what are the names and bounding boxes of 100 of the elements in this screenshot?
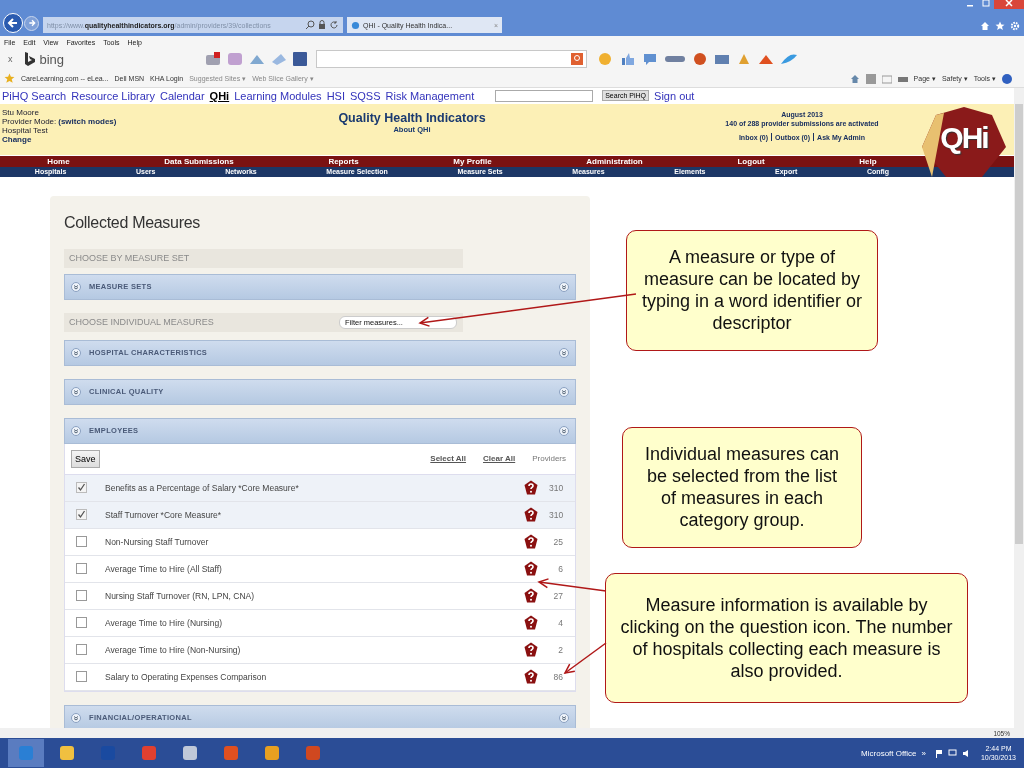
- checkbox[interactable]: [76, 536, 87, 548]
- star-icon[interactable]: [995, 21, 1005, 31]
- nav-item[interactable]: Administration: [586, 156, 643, 166]
- nav-item[interactable]: Logout: [737, 156, 765, 166]
- checkbox[interactable]: [76, 644, 87, 656]
- change-link[interactable]: Change: [2, 134, 342, 144]
- site-link[interactable]: PiHQ Search: [2, 90, 67, 102]
- expand-icon: [559, 386, 569, 397]
- measure-row[interactable]: Nursing Staff Turnover (RN, LPN, CNA) 27: [65, 582, 575, 610]
- site-link[interactable]: Calendar: [159, 90, 205, 102]
- globe-icon: [351, 20, 360, 30]
- search-icon[interactable]: [571, 53, 584, 65]
- measure-row[interactable]: Non-Nursing Staff Turnover 25: [65, 528, 575, 556]
- measure-row[interactable]: Average Time to Hire (All Staff) 6: [65, 555, 575, 583]
- site-link[interactable]: Resource Library: [71, 90, 155, 102]
- measure-row[interactable]: Salary to Operating Expenses Comparison 86: [65, 663, 575, 691]
- refresh-icon[interactable]: [329, 20, 339, 30]
- toolbar-search-field[interactable]: [316, 50, 588, 68]
- chat-icon[interactable]: [642, 52, 659, 66]
- flag-icon[interactable]: [934, 748, 943, 758]
- save-button[interactable]: Save: [71, 449, 100, 468]
- checkbox[interactable]: [76, 671, 87, 683]
- measure-row[interactable]: Average Time to Hire (Non-Nursing) 2: [65, 636, 575, 664]
- measure-name: Staff Turnover *Core Measure*: [105, 509, 222, 520]
- user-name: Stu Moore: [2, 107, 40, 117]
- close-button[interactable]: [994, 0, 1024, 9]
- checkbox[interactable]: [76, 617, 87, 629]
- switch-modes-link[interactable]: (switch modes): [58, 116, 117, 126]
- select-all-link[interactable]: Select All: [430, 454, 467, 464]
- callout-arrow: [563, 642, 607, 674]
- forward-button[interactable]: [24, 15, 39, 31]
- measure-name: Benefits as a Percentage of Salary *Core Measure*: [105, 482, 299, 493]
- expand-icon: [559, 281, 569, 292]
- expand-icon: [71, 386, 81, 397]
- expand-icon: [559, 425, 569, 436]
- site-link[interactable]: HSI: [326, 90, 345, 102]
- checkbox[interactable]: [76, 509, 87, 521]
- provider-count: 4: [557, 617, 563, 628]
- back-button[interactable]: [3, 13, 23, 33]
- nav-item[interactable]: Reports: [328, 156, 359, 166]
- home-icon[interactable]: [849, 73, 860, 84]
- settings-icon[interactable]: [1010, 21, 1020, 31]
- nav-item[interactable]: Help: [859, 156, 877, 166]
- expand-icon: [71, 281, 81, 292]
- tray-label[interactable]: Microsoft Office: [861, 748, 917, 758]
- provider-count: 86: [552, 671, 563, 682]
- measure-name: Average Time to Hire (All Staff): [105, 563, 222, 574]
- section-heading: CHOOSE BY MEASURE SET: [64, 248, 463, 268]
- site-link[interactable]: Learning Modules: [234, 90, 322, 102]
- network-icon[interactable]: [947, 748, 957, 758]
- home-icon[interactable]: [980, 21, 990, 31]
- nav-item[interactable]: My Profile: [453, 156, 492, 166]
- measure-name: Salary to Operating Expenses Comparison: [105, 671, 267, 682]
- site-link[interactable]: QHi: [209, 90, 230, 102]
- hospital-name: Hospital Test: [2, 125, 49, 135]
- nav-item[interactable]: Data Submissions: [164, 156, 234, 166]
- speaker-icon[interactable]: [961, 748, 970, 758]
- provider-count: 310: [549, 509, 563, 520]
- mail-icon[interactable]: [881, 73, 892, 84]
- measure-row[interactable]: Average Time to Hire (Nursing) 4: [65, 609, 575, 637]
- close-icon: [1005, 0, 1013, 7]
- measure-name: Average Time to Hire (Non-Nursing): [105, 644, 241, 655]
- scrollbar[interactable]: [1014, 88, 1024, 728]
- app-icon[interactable]: [205, 52, 222, 66]
- measure-row[interactable]: Benefits as a Percentage of Salary *Core Measure* 310: [65, 474, 575, 502]
- thumbs-up-icon[interactable]: [620, 52, 637, 66]
- checkbox[interactable]: [76, 590, 87, 602]
- bing-logo-icon: [23, 51, 35, 67]
- mode-label: Provider Mode:: [2, 116, 57, 126]
- expand-icon: [559, 347, 569, 358]
- measure-name: Average Time to Hire (Nursing): [105, 617, 222, 628]
- site-link[interactable]: Risk Management: [385, 90, 475, 102]
- provider-count: 2: [557, 644, 563, 655]
- callout: A measure or type of measure can be located by typing in a word identifier or descriptor: [626, 229, 878, 351]
- clear-all-link[interactable]: Clear All: [483, 454, 516, 464]
- tray-overflow[interactable]: »: [921, 748, 926, 758]
- callout: Measure information is available by clicking on the question icon. The number of hospitals collecting each measure is also provided.: [605, 572, 968, 703]
- toolbar-close-button[interactable]: x: [8, 54, 13, 64]
- provider-count: 6: [557, 563, 563, 574]
- favorites-star-icon[interactable]: [4, 73, 15, 84]
- toolbar-brand: bing: [39, 51, 65, 67]
- provider-count: 310: [549, 482, 563, 493]
- scrollbar-thumb[interactable]: [1015, 104, 1023, 544]
- back-arrow-icon: [7, 17, 19, 29]
- checkbox[interactable]: [76, 563, 87, 575]
- app-icon[interactable]: [692, 52, 709, 66]
- column-header: Providers: [532, 454, 566, 464]
- site-search-field[interactable]: [495, 90, 594, 102]
- nav-item[interactable]: Home: [47, 156, 70, 166]
- sign-out-link[interactable]: Sign out: [654, 90, 695, 102]
- search-icon[interactable]: [305, 20, 315, 30]
- app-icon[interactable]: [293, 52, 308, 66]
- measure-name: Nursing Staff Turnover (RN, LPN, CNA): [105, 590, 255, 601]
- expand-icon: [559, 712, 569, 723]
- measure-row[interactable]: Staff Turnover *Core Measure* 310: [65, 501, 575, 529]
- app-icon[interactable]: [780, 52, 799, 66]
- checkbox[interactable]: [76, 482, 87, 494]
- forward-arrow-icon: [27, 19, 36, 27]
- site-link[interactable]: SQSS: [349, 90, 381, 102]
- callout: Individual measures can be selected from the list of measures in each category group.: [622, 426, 862, 548]
